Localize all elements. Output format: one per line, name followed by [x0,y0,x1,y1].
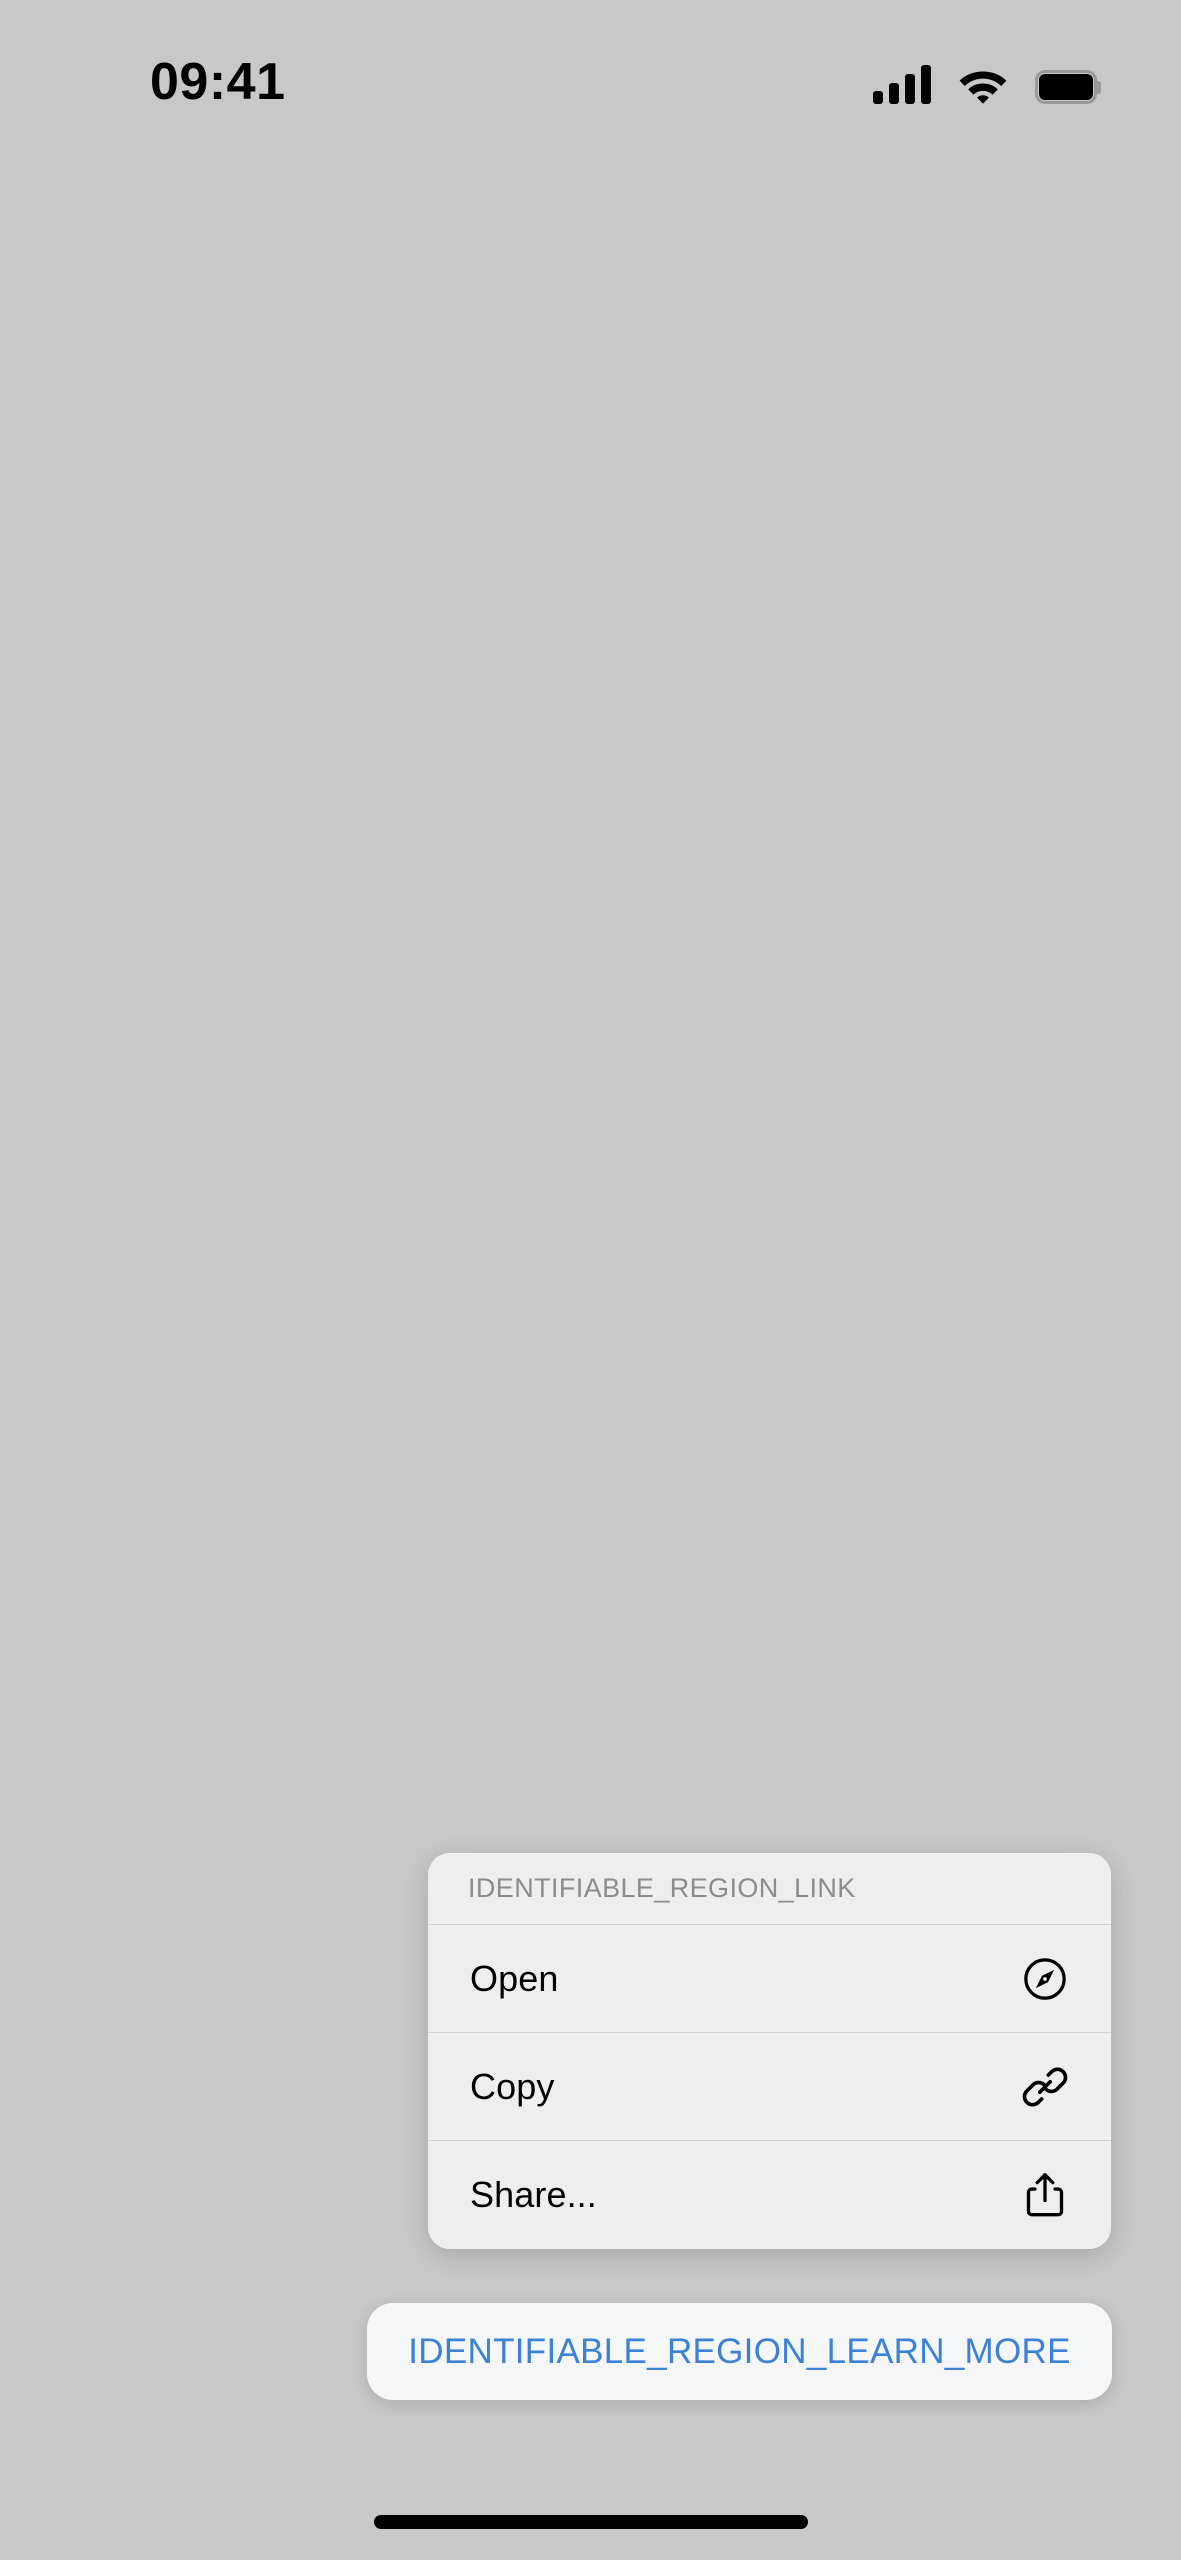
menu-item-open[interactable]: Open [428,1925,1111,2033]
compass-icon [1021,1955,1069,2003]
learn-more-button-label: IDENTIFIABLE_REGION_LEARN_MORE [408,2331,1071,2371]
wifi-icon [957,64,1009,104]
menu-item-copy-label: Copy [470,2065,555,2107]
link-action-menu: IDENTIFIABLE_REGION_LINK Open Copy Share… [428,1853,1111,2249]
battery-icon [1035,70,1101,104]
cellular-signal-icon [873,64,931,104]
menu-item-share[interactable]: Share... [428,2141,1111,2249]
action-menu-header: IDENTIFIABLE_REGION_LINK [428,1853,1111,1925]
learn-more-button[interactable]: IDENTIFIABLE_REGION_LEARN_MORE [367,2303,1112,2400]
menu-item-copy[interactable]: Copy [428,2033,1111,2141]
status-bar-time: 09:41 [150,53,286,111]
menu-item-open-label: Open [470,1957,559,1999]
menu-item-share-label: Share... [470,2174,597,2215]
home-indicator[interactable] [373,2515,808,2529]
phone-screen: 09:41 IDENTIFIABLE_REGION_LINK Open Copy… [0,0,1181,2560]
status-bar: 09:41 [0,0,1181,140]
status-bar-icons [873,54,1101,104]
share-icon [1021,2171,1069,2219]
link-icon [1021,2063,1069,2111]
